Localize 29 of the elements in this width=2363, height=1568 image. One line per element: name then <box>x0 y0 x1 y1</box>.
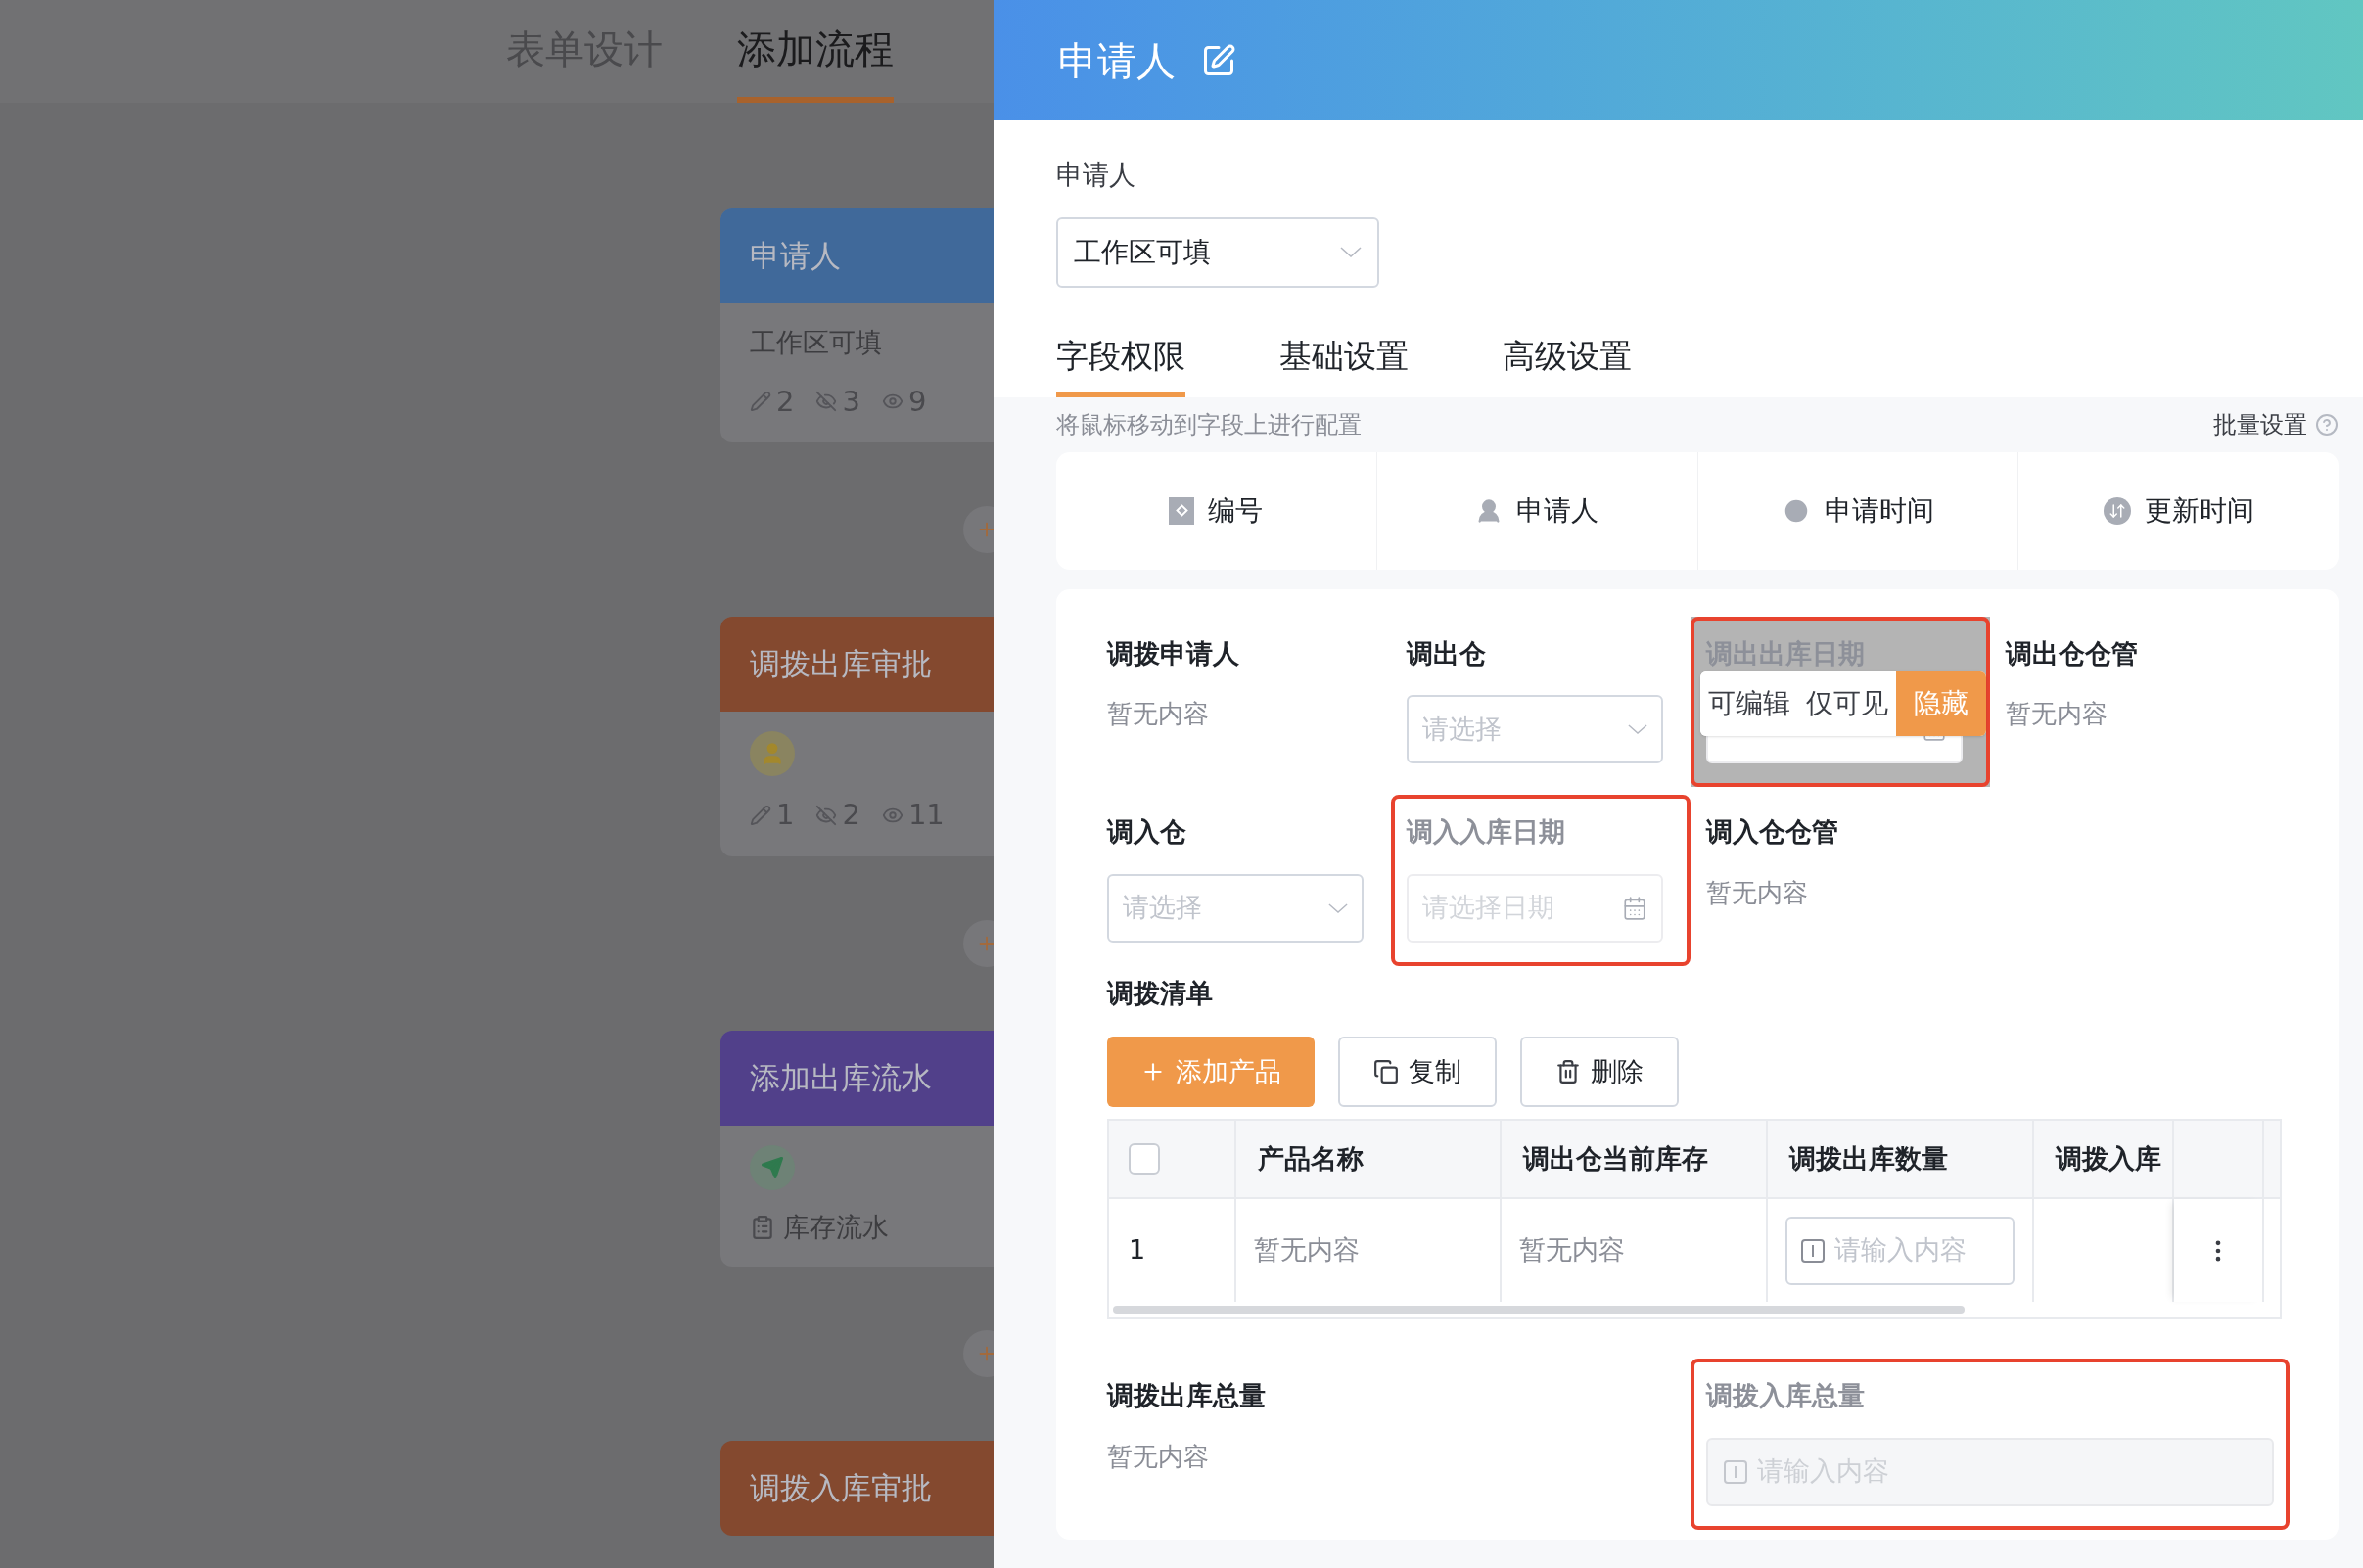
node-subtitle: 库存流水 <box>783 1210 889 1244</box>
field-label: 调入仓仓管 <box>1706 815 1839 849</box>
node-subtitle: 工作区可填 <box>750 326 883 359</box>
column-header: 调拨入库 <box>2056 1141 2161 1176</box>
field-label: 调出仓仓管 <box>2006 636 2139 670</box>
field-value: 暂无内容 <box>1706 876 1809 909</box>
column-header: 调拨出库数量 <box>1789 1141 1948 1176</box>
field-label: 调出仓 <box>1407 636 1487 670</box>
field-label: 调入仓 <box>1107 815 1187 849</box>
node-title: 调拨入库审批 <box>750 1469 932 1508</box>
hint-text: 将鼠标移动到字段上进行配置 <box>1056 409 1362 440</box>
field-label: 调拨申请人 <box>1107 636 1240 670</box>
field-value: 暂无内容 <box>1107 698 1210 730</box>
field-label: 调拨入库总量 <box>1706 1379 1866 1412</box>
row-number: 1 <box>1129 1233 1146 1268</box>
column-header: 调出仓当前库存 <box>1523 1141 1708 1176</box>
field-value: 暂无内容 <box>1107 1440 1210 1473</box>
node-title: 申请人 <box>750 237 841 276</box>
section-label: 调拨清单 <box>1107 976 1214 1010</box>
node-title: 添加出库流水 <box>750 1058 932 1097</box>
field-label: 调拨出库总量 <box>1107 1379 1267 1412</box>
drawer-title: 申请人 <box>1058 36 1176 85</box>
table-cell-text: 暂无内容 <box>1519 1233 1625 1268</box>
field-value: 暂无内容 <box>2006 698 2108 730</box>
permission-label: 申请人 <box>1056 159 1136 192</box>
field-label: 调入入库日期 <box>1407 815 1566 849</box>
table-cell-text: 暂无内容 <box>1254 1233 1360 1268</box>
node-title: 调拨出库审批 <box>750 645 932 684</box>
column-header: 产品名称 <box>1258 1141 1364 1176</box>
